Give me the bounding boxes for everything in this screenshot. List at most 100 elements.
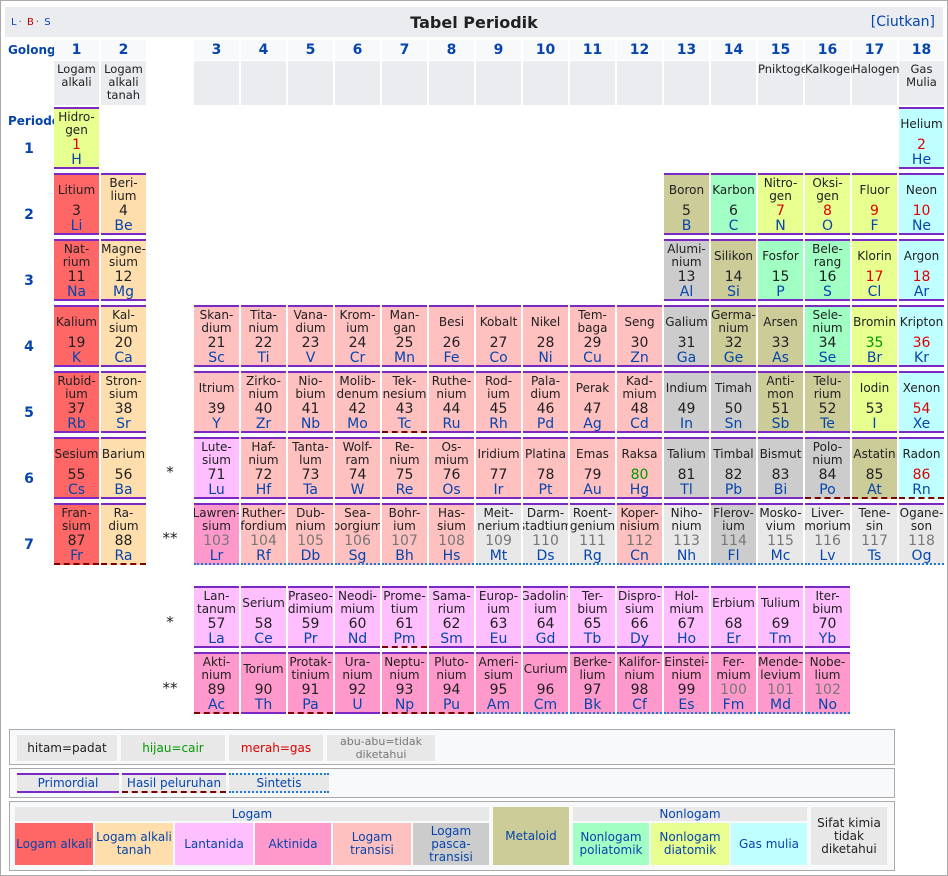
element-cell-xe[interactable]: Xenon 54 Xe: [899, 371, 944, 433]
element-symbol[interactable]: O: [805, 218, 850, 233]
element-symbol[interactable]: Ir: [476, 482, 521, 497]
element-cell-am[interactable]: Ameri-sium 95 Am: [476, 652, 521, 714]
element-cell-ds[interactable]: Darm-stadtium110Ds: [523, 503, 568, 565]
group-number[interactable]: 12: [617, 40, 662, 60]
period-number[interactable]: 6: [19, 471, 39, 487]
element-cell-po[interactable]: Polo-nium 84 Po: [805, 437, 850, 499]
legend-decay[interactable]: Hasil peluruhan: [122, 773, 226, 793]
element-cell-li[interactable]: Litium 3 Li: [54, 173, 99, 235]
element-cell-he[interactable]: Helium 2 He: [899, 107, 944, 169]
element-symbol[interactable]: N: [758, 218, 803, 233]
group-number[interactable]: 14: [711, 40, 756, 60]
element-cell-ir[interactable]: Iridium 77 Ir: [476, 437, 521, 499]
element-symbol[interactable]: Cm: [523, 697, 568, 712]
element-symbol[interactable]: Nd: [335, 631, 380, 646]
element-symbol[interactable]: B: [664, 218, 709, 233]
legend-noble[interactable]: Gas mulia: [731, 823, 807, 865]
legend-transition[interactable]: Logam transisi: [333, 823, 411, 865]
element-symbol[interactable]: Hs: [429, 548, 474, 563]
element-symbol[interactable]: Ca: [101, 350, 146, 365]
group-number[interactable]: 13: [664, 40, 709, 60]
element-symbol[interactable]: Xe: [899, 416, 944, 431]
element-symbol[interactable]: Hg: [617, 482, 662, 497]
element-symbol[interactable]: Kr: [899, 350, 944, 365]
element-symbol[interactable]: As: [758, 350, 803, 365]
element-cell-tm[interactable]: Tulium 69 Tm: [758, 586, 803, 648]
element-cell-cl[interactable]: Klorin 17 Cl: [852, 239, 897, 301]
element-cell-og[interactable]: Ogane-son 118 Og: [899, 503, 944, 565]
element-cell-pu[interactable]: Pluto-nium 94 Pu: [429, 652, 474, 714]
legend-alkali[interactable]: Logam alkali: [15, 823, 93, 865]
element-symbol[interactable]: Sr: [101, 416, 146, 431]
element-symbol[interactable]: Sc: [194, 350, 239, 365]
element-symbol[interactable]: Ra: [101, 548, 146, 563]
element-symbol[interactable]: U: [335, 697, 380, 712]
element-symbol[interactable]: Fe: [429, 350, 474, 365]
element-symbol[interactable]: Pd: [523, 416, 568, 431]
element-symbol[interactable]: Fl: [711, 548, 756, 563]
element-symbol[interactable]: Zn: [617, 350, 662, 365]
element-symbol[interactable]: Be: [101, 218, 146, 233]
group-name[interactable]: Logam alkali tanah: [101, 61, 146, 105]
element-cell-gd[interactable]: Gadolin-ium64Gd: [523, 586, 568, 648]
element-cell-rg[interactable]: Roent-genium 111 Rg: [570, 503, 615, 565]
element-cell-mo[interactable]: Molib-denum 42 Mo: [335, 371, 380, 433]
element-cell-cs[interactable]: Sesium 55 Cs: [54, 437, 99, 499]
element-cell-hs[interactable]: Has-sium 108 Hs: [429, 503, 474, 565]
element-symbol[interactable]: Ba: [101, 482, 146, 497]
element-symbol[interactable]: Rh: [476, 416, 521, 431]
element-symbol[interactable]: Na: [54, 284, 99, 299]
element-cell-os[interactable]: Os-mium 76 Os: [429, 437, 474, 499]
element-cell-lr[interactable]: Lawren-sium 103 Lr: [194, 503, 239, 565]
element-cell-re[interactable]: Re-nium 75 Re: [382, 437, 427, 499]
element-symbol[interactable]: Rf: [241, 548, 286, 563]
element-cell-at[interactable]: Astatin 85 At: [852, 437, 897, 499]
element-cell-sm[interactable]: Sama-rium 62 Sm: [429, 586, 474, 648]
element-symbol[interactable]: Ho: [664, 631, 709, 646]
element-symbol[interactable]: Sm: [429, 631, 474, 646]
element-symbol[interactable]: Y: [194, 416, 239, 431]
element-symbol[interactable]: Mn: [382, 350, 427, 365]
element-cell-ar[interactable]: Argon 18 Ar: [899, 239, 944, 301]
element-symbol[interactable]: Lr: [194, 548, 239, 563]
group-number[interactable]: 9: [476, 40, 521, 60]
element-symbol[interactable]: Sb: [758, 416, 803, 431]
element-cell-eu[interactable]: Europ-ium 63 Eu: [476, 586, 521, 648]
group-number[interactable]: 4: [241, 40, 286, 60]
element-cell-sg[interactable]: Sea-borgium 106 Sg: [335, 503, 380, 565]
element-cell-pr[interactable]: Praseo-dimium 59 Pr: [288, 586, 333, 648]
element-symbol[interactable]: Am: [476, 697, 521, 712]
element-symbol[interactable]: Cr: [335, 350, 380, 365]
element-symbol[interactable]: Es: [664, 697, 709, 712]
element-cell-ce[interactable]: Serium 58 Ce: [241, 586, 286, 648]
element-cell-np[interactable]: Neptu-nium 93 Np: [382, 652, 427, 714]
element-symbol[interactable]: Zr: [241, 416, 286, 431]
legend-lanthanide[interactable]: Lantanida: [175, 823, 253, 865]
element-cell-ge[interactable]: Germa-nium 32 Ge: [711, 305, 756, 367]
legend-actinide[interactable]: Aktinida: [255, 823, 331, 865]
element-symbol[interactable]: Pu: [429, 697, 474, 712]
legend-primordial[interactable]: Primordial: [17, 773, 119, 793]
element-symbol[interactable]: In: [664, 416, 709, 431]
element-symbol[interactable]: V: [288, 350, 333, 365]
element-symbol[interactable]: Ge: [711, 350, 756, 365]
element-cell-v[interactable]: Vana-dium 23 V: [288, 305, 333, 367]
element-symbol[interactable]: Sn: [711, 416, 756, 431]
group-number[interactable]: 18: [899, 40, 944, 60]
element-symbol[interactable]: Ni: [523, 350, 568, 365]
element-symbol[interactable]: Ce: [241, 631, 286, 646]
element-symbol[interactable]: Bk: [570, 697, 615, 712]
element-symbol[interactable]: Cd: [617, 416, 662, 431]
element-cell-kr[interactable]: Kripton 36 Kr: [899, 305, 944, 367]
element-cell-pd[interactable]: Pala-dium 46 Pd: [523, 371, 568, 433]
element-symbol[interactable]: Pb: [711, 482, 756, 497]
element-cell-ne[interactable]: Neon 10 Ne: [899, 173, 944, 235]
element-symbol[interactable]: Md: [758, 697, 803, 712]
element-symbol[interactable]: Ru: [429, 416, 474, 431]
period-number[interactable]: 1: [19, 141, 39, 157]
element-cell-pb[interactable]: Timbal 82 Pb: [711, 437, 756, 499]
element-symbol[interactable]: Mc: [758, 548, 803, 563]
element-cell-br[interactable]: Bromin 35 Br: [852, 305, 897, 367]
element-cell-yb[interactable]: Iter-bium 70 Yb: [805, 586, 850, 648]
group-name[interactable]: Pniktogen: [758, 61, 815, 105]
